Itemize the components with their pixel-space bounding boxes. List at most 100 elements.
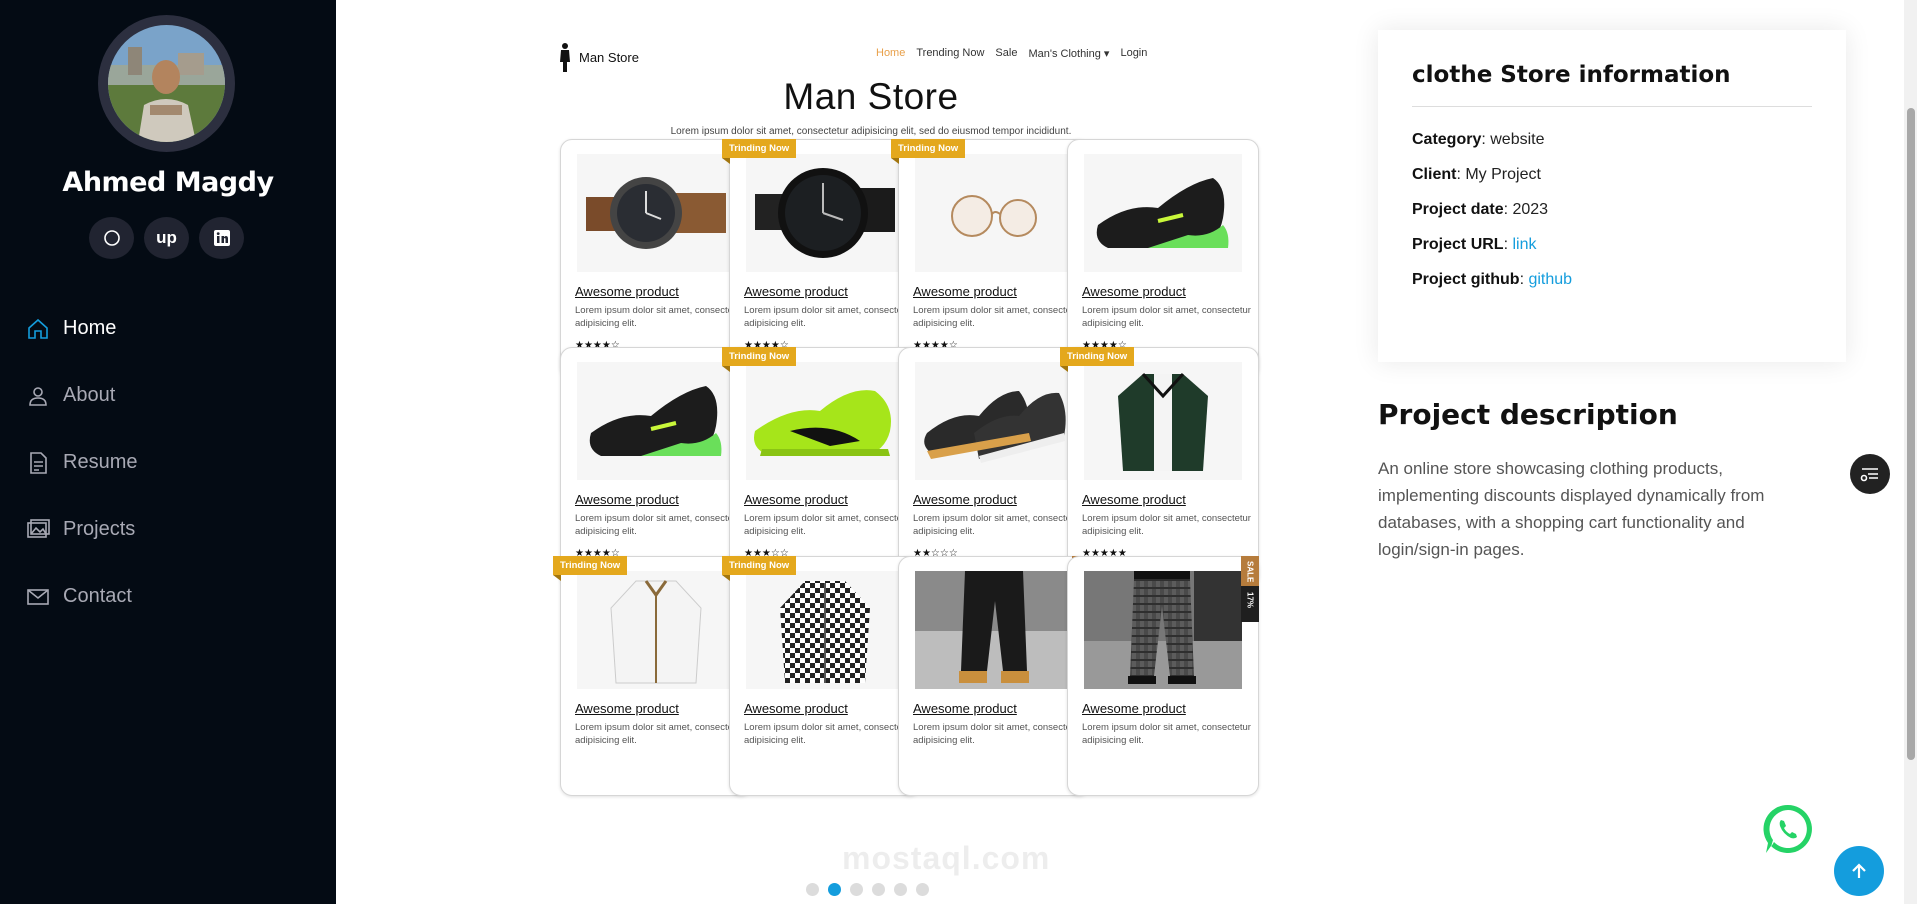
sidebar-item-label: Resume <box>63 451 138 473</box>
sidebar-item-home[interactable]: Home <box>24 295 137 362</box>
carousel-dot[interactable] <box>916 883 929 896</box>
sidebar-item-label: About <box>63 384 116 406</box>
product-description: Lorem ipsum dolor sit amet, consectetur … <box>913 305 1082 329</box>
trending-badge: Trinding Now <box>722 347 797 372</box>
arrow-up-icon <box>1852 863 1866 878</box>
product-card[interactable]: Awesome product Lorem ipsum dolor sit ame… <box>1067 139 1259 379</box>
product-name[interactable]: Awesome product <box>575 701 679 716</box>
watermark: mostaql.com <box>842 840 1051 876</box>
sidebar-item-about[interactable]: About <box>24 362 137 429</box>
product-name[interactable]: Awesome product <box>744 284 848 299</box>
product-card[interactable]: Trinding Now Awesome product Lorem ipsum d… <box>891 139 1090 379</box>
carousel-dot[interactable] <box>850 883 863 896</box>
product-card[interactable]: SALE15%Awesome productLorem ipsum dolor … <box>560 139 752 379</box>
envelope-icon <box>24 583 52 611</box>
product-image <box>915 571 1073 689</box>
product-card[interactable]: Awesome product Lorem ipsum dolor sit ame… <box>560 347 752 587</box>
product-name[interactable]: Awesome product <box>913 492 1017 507</box>
sale-ribbon: SALE 17% <box>1241 556 1259 622</box>
linkedin-icon[interactable] <box>199 217 244 259</box>
product-image <box>1084 154 1242 272</box>
product-image <box>915 362 1073 480</box>
shop-nav: Home Trending Now Sale Man's Clothing ▾ … <box>876 47 1147 60</box>
info-value: website <box>1490 131 1545 148</box>
carousel-dot[interactable] <box>806 883 819 896</box>
product-name[interactable]: Awesome product <box>1082 701 1186 716</box>
product-name[interactable]: Awesome product <box>575 284 679 299</box>
trending-badge: Trinding Now <box>722 556 797 581</box>
shop-subtitle: Lorem ipsum dolor sit amet, consectetur … <box>670 126 1072 137</box>
settings-list-icon <box>1860 468 1878 482</box>
carousel-dot[interactable] <box>894 883 907 896</box>
product-description: Lorem ipsum dolor sit amet, consectetur … <box>913 722 1082 746</box>
product-image <box>1084 571 1242 689</box>
product-name[interactable]: Awesome product <box>913 284 1017 299</box>
product-card[interactable]: Awesome product Lorem ipsum dolor sit ame… <box>898 347 1090 587</box>
product-card[interactable]: Trinding Now Awesome product Lorem ipsum d… <box>722 347 921 587</box>
carousel-dot[interactable] <box>872 883 885 896</box>
product-card[interactable]: Trinding Now Awesome product Lorem ipsum d… <box>1060 347 1259 587</box>
shop-brand-label: Man Store <box>579 49 639 65</box>
shop-nav-trending[interactable]: Trending Now <box>916 47 984 60</box>
shop-nav-login[interactable]: Login <box>1120 47 1147 60</box>
sidebar-nav: Home About Resume Projects Contact <box>24 295 137 630</box>
description-text: An online store showcasing clothing prod… <box>1378 459 1765 559</box>
page-scrollbar[interactable] <box>1904 0 1917 904</box>
info-row-date: Project date: 2023 <box>1412 201 1549 218</box>
carousel-dot[interactable] <box>828 883 841 896</box>
info-row-category: Category: website <box>1412 131 1545 148</box>
product-name[interactable]: Awesome product <box>1082 492 1186 507</box>
info-value: My Project <box>1465 166 1541 183</box>
product-image <box>577 362 735 480</box>
product-description: Lorem ipsum dolor sit amet, consectetur … <box>744 513 913 537</box>
back-to-top-button[interactable] <box>1834 846 1884 896</box>
theme-toggle-button[interactable] <box>1850 454 1890 494</box>
shop-nav-home[interactable]: Home <box>876 47 905 60</box>
product-name[interactable]: Awesome product <box>913 701 1017 716</box>
product-name[interactable]: Awesome product <box>744 492 848 507</box>
product-card[interactable]: SALE 17% Awesome product Lorem ipsum dolor … <box>1067 556 1259 796</box>
info-label: Project github <box>1412 271 1520 288</box>
info-value: 2023 <box>1512 201 1549 218</box>
sidebar-item-contact[interactable]: Contact <box>24 563 137 630</box>
product-card[interactable]: Trinding Now Awesome product Lorem ipsum d… <box>722 139 921 379</box>
sidebar-item-label: Projects <box>63 518 136 540</box>
trending-badge: Trinding Now <box>891 139 966 164</box>
sidebar-item-projects[interactable]: Projects <box>24 496 137 563</box>
trending-badge: Trinding Now <box>553 556 628 581</box>
sidebar-item-resume[interactable]: Resume <box>24 429 137 496</box>
home-icon <box>24 315 52 343</box>
shop-nav-mens-clothing[interactable]: Man's Clothing ▾ <box>1028 47 1109 60</box>
project-github-link[interactable]: github <box>1528 271 1572 288</box>
product-description: Lorem ipsum dolor sit amet, consectetur … <box>913 513 1082 537</box>
product-image <box>746 362 904 480</box>
sidebar: Ahmed Magdy up Home About Resume Project… <box>0 0 336 904</box>
product-name[interactable]: Awesome product <box>1082 284 1186 299</box>
product-image <box>577 571 735 689</box>
project-info-card: clothe Store information Category: websi… <box>1378 30 1846 362</box>
product-card[interactable]: SALE30%Awesome productLorem ipsum dolor … <box>898 556 1090 796</box>
shop-nav-sale[interactable]: Sale <box>995 47 1017 60</box>
product-description: Lorem ipsum dolor sit amet, consectetur … <box>744 305 913 329</box>
product-name[interactable]: Awesome product <box>575 492 679 507</box>
info-label: Client <box>1412 166 1457 183</box>
circle-icon[interactable] <box>89 217 134 259</box>
product-description: Lorem ipsum dolor sit amet, consectetur … <box>744 722 913 746</box>
user-icon <box>24 382 52 410</box>
project-url-link[interactable]: link <box>1512 236 1536 253</box>
trending-badge: Trinding Now <box>722 139 797 164</box>
description-title: Project description <box>1378 398 1678 431</box>
info-row-github: Project github: github <box>1412 271 1573 288</box>
file-icon <box>24 449 52 477</box>
whatsapp-button[interactable] <box>1760 801 1816 857</box>
sidebar-item-label: Home <box>63 317 117 339</box>
scrollbar-thumb[interactable] <box>1907 108 1915 760</box>
up-icon[interactable]: up <box>144 217 189 259</box>
product-image <box>577 154 735 272</box>
product-card[interactable]: Trinding Now Awesome product Lorem ipsum d… <box>553 556 752 796</box>
product-image <box>1084 362 1242 480</box>
product-card[interactable]: Trinding Now Awesome product Lorem ipsum d… <box>722 556 921 796</box>
product-name[interactable]: Awesome product <box>744 701 848 716</box>
man-logo-icon <box>560 43 570 72</box>
project-screenshot: Man Store Home Trending Now Sale Man's C… <box>458 28 1288 868</box>
